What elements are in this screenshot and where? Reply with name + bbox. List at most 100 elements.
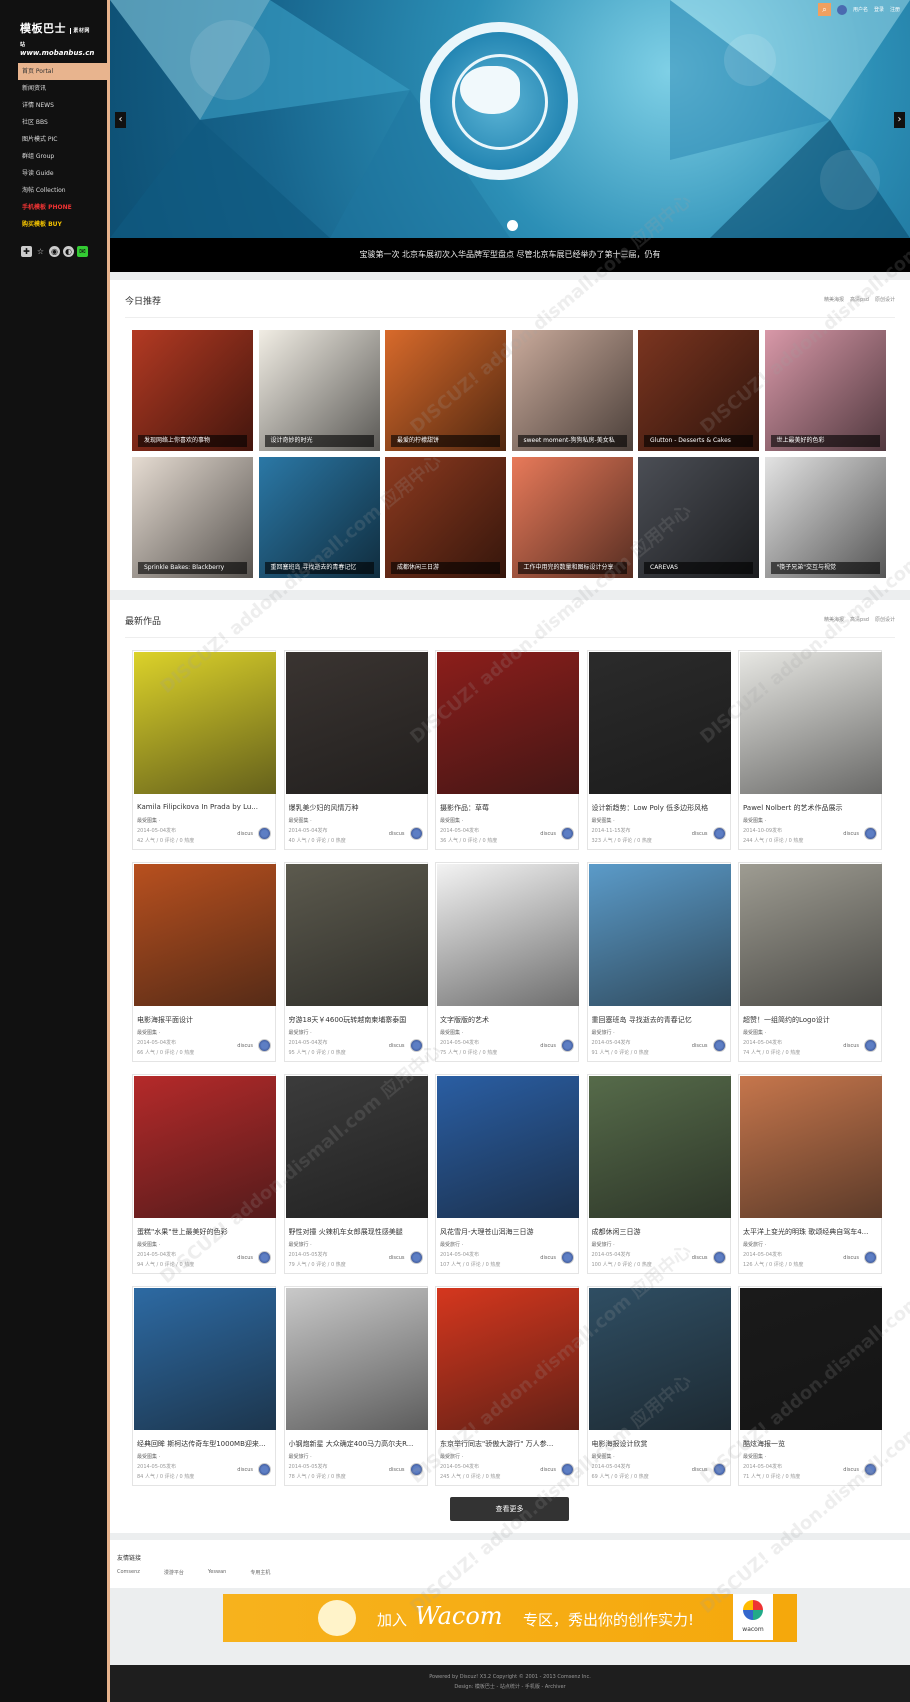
panel-link[interactable]: 精美海报 [824,616,844,623]
banner-slider[interactable]: ‹ › ⌕ 用户名 登录 注册 [110,0,910,238]
recommend-tile[interactable]: sweet moment-狗狗私房-美女私 [511,330,633,451]
recommend-tile[interactable]: 最爱的柠檬甜饼 [385,330,506,451]
work-thumbnail[interactable] [285,652,428,794]
wacom-ad-banner[interactable]: 加入 Wacom 专区，秀出你的创作实力! wacom [223,1594,797,1642]
work-author[interactable]: discus [389,1043,405,1049]
work-author[interactable]: discus [237,1043,253,1049]
search-icon[interactable]: ⌕ [817,3,831,16]
user-avatar[interactable] [836,4,847,15]
nav-item[interactable]: 手机模板 PHONE [18,199,107,216]
work-card[interactable]: 东京举行同志"骄傲大游行" 万人参... 最受旅行 · 2014-05-04发布 24… [435,1286,579,1486]
author-avatar[interactable] [712,1251,726,1264]
work-title[interactable]: 蛋糕"水果"世上最美好的色彩 [137,1227,273,1237]
author-avatar[interactable] [864,1251,877,1264]
work-author[interactable]: discus [540,1467,556,1473]
work-card[interactable]: 电影海报平面设计 最受图集 · 2014-05-04发布 66 人气 / 0 评论 /… [132,862,276,1062]
banner-next-button[interactable]: › [894,112,905,128]
work-author[interactable]: discus [389,831,405,837]
work-title[interactable]: Pawel Nolbert 的艺术作品展示 [743,803,879,813]
panel-link[interactable]: 高清psd [850,296,869,303]
recommend-tile[interactable]: CAREVAS [638,457,759,578]
work-thumbnail[interactable] [740,652,882,794]
work-author[interactable]: discus [237,831,253,837]
recommend-tile[interactable]: 成都休闲三日游 [385,457,506,578]
work-author[interactable]: discus [692,1255,708,1261]
work-thumbnail[interactable] [285,864,428,1006]
work-author[interactable]: discus [843,1467,859,1473]
wechat-icon[interactable]: ✉ [77,246,88,257]
work-author[interactable]: discus [843,1255,859,1261]
nav-item[interactable]: 淘帖 Collection [18,182,107,199]
work-card[interactable]: 文字版版的艺术 最受图集 · 2014-05-04发布 75 人气 / 0 评论 / … [435,862,579,1062]
work-card[interactable]: 经典回眸 斯柯达传奇车型1000MB迎来... 最受图集 · 2014-05-05发… [132,1286,276,1486]
work-title[interactable]: 经典回眸 斯柯达传奇车型1000MB迎来... [137,1439,273,1449]
site-logo[interactable]: 模板巴士 素材网站 www.mobanbus.cn [20,20,94,57]
weibo-icon[interactable]: ◉ [49,246,60,257]
work-card[interactable]: 超赞！一组简约的Logo设计 最受图集 · 2014-05-04发布 74 人气 / … [738,862,882,1062]
work-title[interactable]: 设计新趋势：Low Poly 低多边形风格 [592,803,728,813]
work-thumbnail[interactable] [740,1288,882,1430]
friend-link[interactable]: 漫游平台 [164,1569,184,1576]
work-thumbnail[interactable] [588,1288,731,1430]
nav-item[interactable]: 首页 Portal [18,63,107,80]
work-author[interactable]: discus [540,1255,556,1261]
work-category[interactable]: 最受旅行 · [743,1241,766,1248]
work-card[interactable]: 风花雪月-大理苍山洱海三日游 最受旅行 · 2014-05-04发布 107 人气 /… [435,1074,579,1274]
work-title[interactable]: 成都休闲三日游 [592,1227,728,1237]
work-card[interactable]: 电影海报设计欣赏 最受图集 · 2014-05-04发布 69 人气 / 0 评论 /… [586,1286,731,1486]
work-category[interactable]: 最受图集 · [743,817,766,824]
author-avatar[interactable] [864,1463,877,1476]
work-thumbnail[interactable] [588,864,731,1006]
work-title[interactable]: 超赞！一组简约的Logo设计 [743,1015,879,1025]
work-category[interactable]: 最受旅行 · [289,1029,312,1036]
work-thumbnail[interactable] [134,1288,276,1430]
recommend-tile[interactable]: 发现网络上你喜欢的事物 [132,330,253,451]
work-thumbnail[interactable] [134,864,276,1006]
work-category[interactable]: 最受图集 · [440,1029,463,1036]
work-category[interactable]: 最受图集 · [743,1029,766,1036]
work-card[interactable]: 太平洋上变光的明珠 歌颂经典自驾车4... 最受旅行 · 2014-05-04发布 1… [738,1074,882,1274]
slide-indicator[interactable] [507,220,518,231]
author-avatar[interactable] [258,1463,271,1476]
work-category[interactable]: 最受旅行 · [440,1453,463,1460]
work-card[interactable]: 重回塞班岛 寻找逝去的青春记忆 最受旅行 · 2014-05-04发布 91 人气 /… [586,862,731,1062]
work-title[interactable]: 太平洋上变光的明珠 歌颂经典自驾车4... [743,1227,879,1237]
work-title[interactable]: 野性对撞 火辣机车女郎展现性感美腿 [289,1227,425,1237]
panel-link[interactable]: 精美海报 [824,296,844,303]
author-avatar[interactable] [712,1039,726,1052]
work-card[interactable]: 小钢炮新星 大众确定400马力高尔夫R... 最受旅行 · 2014-05-05发布… [283,1286,428,1486]
recommend-tile[interactable]: 重回塞班岛 寻找逝去的青春记忆 [258,457,380,578]
work-author[interactable]: discus [540,1043,556,1049]
work-author[interactable]: discus [843,831,859,837]
nav-item[interactable]: 详情 NEWS [18,97,107,114]
work-card[interactable]: 酷炫海报一览 最受图集 · 2014-05-04发布 71 人气 / 0 评论 / 0… [738,1286,882,1486]
work-category[interactable]: 最受旅行 · [289,1241,312,1248]
work-title[interactable]: 重回塞班岛 寻找逝去的青春记忆 [592,1015,728,1025]
work-thumbnail[interactable] [740,1076,882,1218]
username-link[interactable]: 用户名 [853,6,868,13]
work-category[interactable]: 最受图集 · [440,817,463,824]
friend-link[interactable]: 专用主机 [250,1569,270,1576]
work-author[interactable]: discus [389,1255,405,1261]
work-card[interactable]: 野性对撞 火辣机车女郎展现性感美腿 最受旅行 · 2014-05-05发布 79 人气… [283,1074,428,1274]
work-title[interactable]: Kamila Filipcikova In Prada by Lu... [137,803,273,811]
friend-link[interactable]: Yeswan [208,1569,226,1576]
work-title[interactable]: 电影海报设计欣赏 [592,1439,728,1449]
recommend-tile[interactable]: 世上最美好的色彩 [764,330,886,451]
author-avatar[interactable] [258,1251,271,1264]
work-author[interactable]: discus [843,1043,859,1049]
work-thumbnail[interactable] [588,652,731,794]
author-avatar[interactable] [409,1039,423,1052]
login-link[interactable]: 登录 [874,6,884,13]
load-more-button[interactable]: 查看更多 [450,1497,569,1521]
register-link[interactable]: 注册 [890,6,900,13]
work-author[interactable]: discus [237,1467,253,1473]
work-category[interactable]: 最受图集 · [137,1241,160,1248]
work-category[interactable]: 最受图集 · [592,817,615,824]
work-category[interactable]: 最受图集 · [137,1453,160,1460]
panel-link[interactable]: 原创设计 [875,616,895,623]
work-thumbnail[interactable] [588,1076,731,1218]
work-title[interactable]: 摄影作品：草莓 [440,803,576,813]
nav-item[interactable]: 购买模板 BUY [18,216,107,233]
footer-links[interactable]: Design: 模板巴士 - 站点统计 - 手机版 - Archiver [110,1683,910,1690]
